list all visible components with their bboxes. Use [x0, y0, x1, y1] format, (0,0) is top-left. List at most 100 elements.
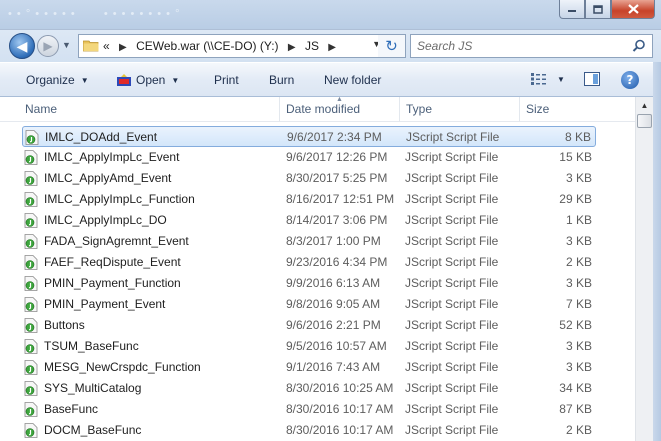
new-folder-button[interactable]: New folder [324, 73, 381, 87]
chevron-down-icon: ▼ [80, 76, 89, 85]
address-bar[interactable]: « ▶ CEWeb.war (\\CE-DO) (Y:) ▶ JS ▶ ▼ [78, 34, 406, 58]
file-size: 3 KB [565, 339, 592, 353]
print-button[interactable]: Print [214, 73, 239, 87]
back-arrow-icon: ◀ [16, 37, 28, 54]
file-date-modified: 8/30/2017 5:25 PM [286, 171, 388, 185]
recent-pages-dropdown[interactable]: ▼ [62, 40, 71, 50]
jscript-file-icon [24, 402, 38, 417]
file-type: JScript Script File [405, 255, 499, 269]
file-type: JScript Script File [405, 318, 499, 332]
file-name: IMLC_ApplyImpLc_Event [44, 150, 180, 164]
maximize-button[interactable] [585, 0, 611, 19]
file-row[interactable]: SYS_MultiCatalog 8/30/2016 10:25 AM JScrip… [22, 378, 596, 399]
maximize-icon [593, 4, 603, 14]
view-options-icon[interactable] [531, 73, 547, 85]
file-row[interactable]: Buttons 9/6/2016 2:21 PM JScript Script Fi… [22, 315, 596, 336]
breadcrumb-separator-icon[interactable]: ▶ [288, 42, 296, 53]
file-size: 52 KB [559, 318, 592, 332]
file-date-modified: 9/5/2016 10:57 AM [286, 339, 387, 353]
file-type: JScript Script File [405, 339, 499, 353]
file-name: IMLC_DOAdd_Event [45, 130, 158, 144]
jscript-file-icon [24, 255, 38, 270]
file-type: JScript Script File [405, 381, 499, 395]
file-row[interactable]: IMLC_ApplyImpLc_DO 8/14/2017 3:06 PM JScri… [22, 210, 596, 231]
file-size: 3 KB [565, 360, 592, 374]
open-button[interactable]: Open ▼ [117, 73, 179, 87]
file-size: 2 KB [565, 255, 592, 269]
jscript-file-icon [24, 339, 38, 354]
jscript-file-icon [24, 171, 38, 186]
file-name: TSUM_BaseFunc [44, 339, 139, 353]
file-row[interactable]: IMLC_ApplyAmd_Event 8/30/2017 5:25 PM JScr… [22, 168, 596, 189]
file-date-modified: 9/23/2016 4:34 PM [286, 255, 388, 269]
file-name: PMIN_Payment_Event [44, 297, 166, 311]
refresh-button[interactable]: ↻ [378, 34, 406, 58]
file-date-modified: 8/3/2017 1:00 PM [286, 234, 381, 248]
file-size: 1 KB [565, 213, 592, 227]
program-icon [117, 74, 131, 86]
file-type: JScript Script File [405, 276, 499, 290]
file-row[interactable]: IMLC_ApplyImpLc_Function 8/16/2017 12:51 … [22, 189, 596, 210]
file-name: FADA_SignAgremnt_Event [44, 234, 189, 248]
breadcrumb-item-js[interactable]: JS [305, 39, 319, 53]
column-name[interactable]: Name [19, 97, 280, 122]
minimize-button[interactable] [559, 0, 585, 19]
minimize-icon [568, 10, 576, 12]
breadcrumb: « ▶ CEWeb.war (\\CE-DO) (Y:) ▶ JS ▶ [103, 39, 342, 53]
breadcrumb-overflow[interactable]: « [103, 39, 110, 53]
file-row[interactable]: BaseFunc 8/30/2016 10:17 AM JScript Script… [22, 399, 596, 420]
file-row[interactable]: TSUM_BaseFunc 9/5/2016 10:57 AM JScript Sc… [22, 336, 596, 357]
help-icon[interactable]: ? [621, 71, 639, 89]
folder-icon [83, 40, 99, 52]
file-name: PMIN_Payment_Function [44, 276, 181, 290]
file-date-modified: 8/30/2016 10:25 AM [286, 381, 394, 395]
file-row[interactable]: FADA_SignAgremnt_Event 8/3/2017 1:00 PM JS… [22, 231, 596, 252]
jscript-file-icon [24, 213, 38, 228]
open-label: Open [136, 73, 166, 87]
column-type[interactable]: Type [400, 97, 520, 122]
vertical-scrollbar[interactable]: ▲ [635, 97, 653, 441]
jscript-file-icon [24, 360, 38, 375]
chevron-down-icon: ▼ [171, 76, 180, 85]
file-row[interactable]: DOCM_BaseFunc 8/30/2016 10:17 AM JScript S… [22, 420, 596, 441]
close-button[interactable] [611, 0, 655, 19]
file-row[interactable]: MESG_NewCrspdc_Function 9/1/2016 7:43 AM J… [22, 357, 596, 378]
search-icon[interactable] [632, 39, 646, 53]
preview-pane-icon[interactable] [584, 72, 600, 86]
burn-button[interactable]: Burn [269, 73, 294, 87]
file-size: 87 KB [559, 402, 592, 416]
column-header: ▲ Name Date modified Type Size [0, 96, 635, 122]
file-size: 8 KB [564, 130, 591, 144]
jscript-file-icon [24, 276, 38, 291]
file-name: IMLC_ApplyAmd_Event [44, 171, 172, 185]
file-size: 34 KB [559, 381, 592, 395]
file-row[interactable]: IMLC_DOAdd_Event 9/6/2017 2:34 PM JScript … [22, 126, 596, 147]
file-row[interactable]: PMIN_Payment_Function 9/9/2016 6:13 AM JSc… [22, 273, 596, 294]
file-row[interactable]: IMLC_ApplyImpLc_Event 9/6/2017 12:26 PM JS… [22, 147, 596, 168]
jscript-file-icon [24, 234, 38, 249]
file-row[interactable]: FAEF_ReqDispute_Event 9/23/2016 4:34 PM JS… [22, 252, 596, 273]
column-size[interactable]: Size [520, 97, 598, 122]
file-type: JScript Script File [405, 234, 499, 248]
breadcrumb-item-drive[interactable]: CEWeb.war (\\CE-DO) (Y:) [136, 39, 278, 53]
file-date-modified: 8/30/2016 10:17 AM [286, 402, 394, 416]
search-input[interactable] [417, 36, 627, 56]
back-button[interactable]: ◀ [9, 33, 35, 59]
view-dropdown-icon[interactable]: ▼ [557, 75, 565, 84]
jscript-file-icon [24, 192, 38, 207]
organize-button[interactable]: Organize ▼ [26, 73, 89, 87]
file-size: 29 KB [559, 192, 592, 206]
column-date-modified[interactable]: Date modified [280, 97, 400, 122]
search-box[interactable] [410, 34, 653, 58]
file-date-modified: 9/6/2016 2:21 PM [286, 318, 381, 332]
forward-button[interactable]: ▶ [37, 35, 59, 57]
scroll-up-icon[interactable]: ▲ [636, 97, 653, 114]
file-type: JScript Script File [405, 171, 499, 185]
breadcrumb-separator-icon[interactable]: ▶ [328, 42, 336, 53]
file-name: FAEF_ReqDispute_Event [44, 255, 181, 269]
scrollbar-thumb[interactable] [637, 114, 652, 128]
file-size: 7 KB [565, 297, 592, 311]
address-row: ◀ ▶ ▼ « ▶ CEWeb.war (\\CE-DO) (Y:) ▶ JS … [0, 30, 661, 62]
file-row[interactable]: PMIN_Payment_Event 9/8/2016 9:05 AM JScrip… [22, 294, 596, 315]
file-name: IMLC_ApplyImpLc_Function [44, 192, 195, 206]
